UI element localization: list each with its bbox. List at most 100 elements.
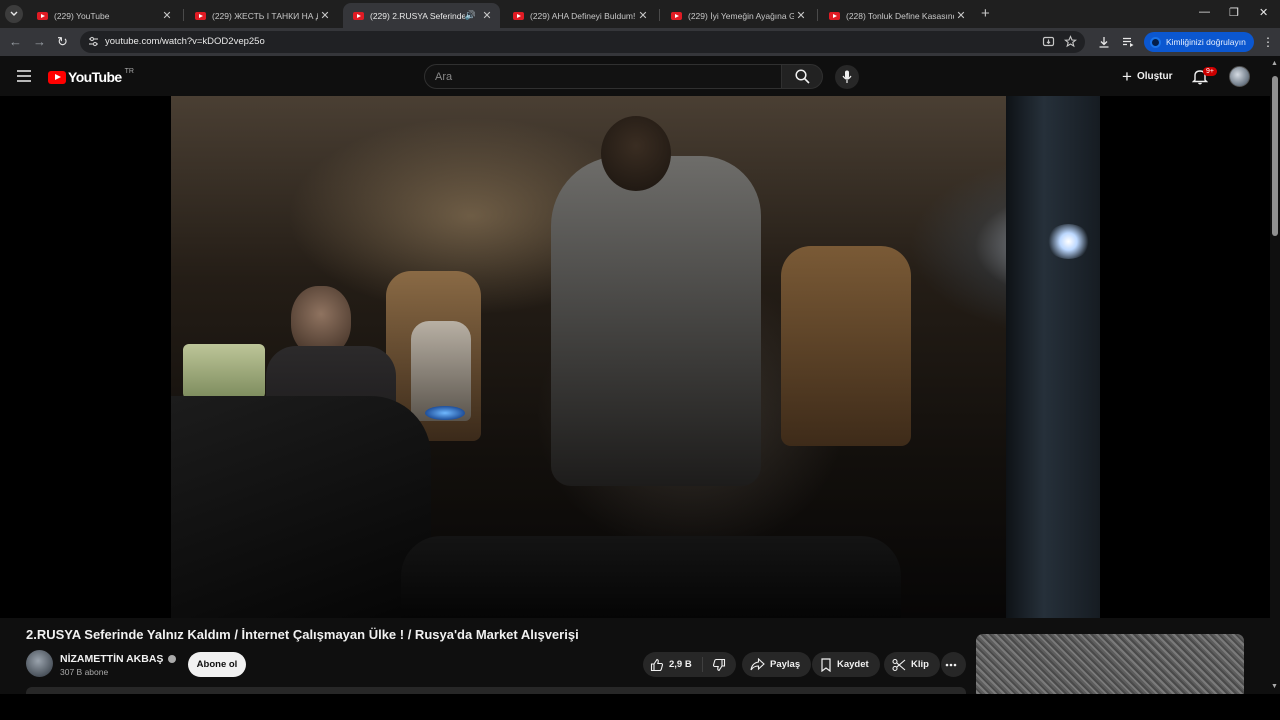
channel-name: NİZAMETTİN AKBAŞ [60,653,164,665]
url-text: youtube.com/watch?v=kDOD2vep25o [105,36,265,47]
plus-icon: + [1122,66,1132,86]
subscribe-button[interactable]: Abone ol [188,652,246,677]
youtube-favicon-icon [829,11,840,20]
thumbs-down-icon [712,658,725,671]
browser-tab-active[interactable]: (229) 2.RUSYA Seferinde Yalnız 🔊 ✕ [343,3,500,28]
youtube-favicon-icon [671,11,682,20]
download-icon[interactable] [1097,35,1111,49]
youtube-logo[interactable]: YouTube TR [48,67,134,85]
close-tab-icon[interactable]: ✕ [636,9,650,22]
verify-identity-label: Kimliğinizi doğrulayın [1166,37,1246,47]
youtube-favicon-icon [353,11,364,20]
youtube-play-icon [48,70,66,84]
youtube-favicon-icon [195,11,206,20]
like-dislike-group: 2,9 B [643,652,736,677]
dashboard [171,396,431,618]
reload-icon[interactable]: ↻ [57,34,68,50]
youtube-wordmark: YouTube [68,69,122,85]
close-window-icon[interactable]: ✕ [1259,6,1268,19]
search-input[interactable] [425,65,781,88]
account-avatar[interactable] [1229,66,1250,87]
forward-icon[interactable]: → [33,34,46,50]
tab-title: (229) İyi Yemeğin Ayağına Gidiln [688,10,794,21]
thumbs-up-icon [650,658,664,671]
browser-tab[interactable]: (229) ЖЕСТЬ І ТАНКИ НА ДОРОГЕ ✕ [185,3,338,28]
browser-tab-strip: (229) YouTube ✕ (229) ЖЕСТЬ І ТАНКИ НА Д… [0,0,1280,28]
youtube-masthead: YouTube TR + Oluştur 9+ [0,56,1280,96]
browser-tab[interactable]: (229) İyi Yemeğin Ayağına Gidiln ✕ [661,3,814,28]
page-scrollbar[interactable]: ▲ ▼ [1270,56,1280,694]
browser-menu-icon[interactable]: ⋮ [1262,35,1274,49]
notification-badge: 9+ [1203,67,1217,76]
browser-tab[interactable]: (229) YouTube ✕ [27,3,180,28]
clip-label: Klip [911,659,929,670]
save-label: Kaydet [837,659,869,670]
share-button[interactable]: Paylaş [742,652,812,677]
create-label: Oluştur [1136,71,1173,82]
profile-dot-icon [1150,36,1161,48]
bookmark-star-icon[interactable] [1064,35,1077,48]
scroll-down-icon[interactable]: ▼ [1271,683,1278,690]
search-box [424,64,782,89]
chevron-down-icon [10,11,18,16]
close-tab-icon[interactable]: ✕ [160,9,174,22]
microphone-icon [842,70,852,83]
scroll-up-icon[interactable]: ▲ [1271,60,1278,67]
tab-divider [183,9,184,21]
scrollbar-thumb[interactable] [1272,76,1278,236]
close-tab-icon[interactable]: ✕ [318,9,332,22]
channel-avatar[interactable] [26,650,53,677]
hamburger-menu-icon[interactable] [17,70,31,82]
channel-name-link[interactable]: NİZAMETTİN AKBAŞ [60,653,177,665]
verify-identity-button[interactable]: Kimliğinizi doğrulayın [1144,32,1254,52]
share-label: Paylaş [770,659,801,670]
more-horizontal-icon [945,663,957,666]
tab-search-button[interactable] [5,5,23,23]
like-count: 2,9 B [669,659,692,670]
bookmark-icon [821,657,831,672]
cabin-window [1006,96,1100,618]
search-button[interactable] [781,64,823,89]
close-tab-icon[interactable]: ✕ [954,9,968,22]
food-container [183,344,265,399]
standing-man-head [601,116,671,191]
save-button[interactable]: Kaydet [812,652,880,677]
new-tab-icon[interactable]: + [981,5,990,23]
youtube-favicon-icon [513,11,524,20]
restore-icon[interactable]: ❐ [1229,6,1239,19]
more-actions-button[interactable] [941,652,966,677]
verified-badge-icon [168,655,177,663]
scissors-icon [892,658,906,671]
standing-man [551,156,761,486]
media-controls-icon[interactable] [1121,35,1135,49]
browser-toolbar: ← → ↻ youtube.com/watch?v=kDOD2vep25o Ki… [0,28,1280,56]
headlight-glare [1046,224,1091,259]
browser-tab[interactable]: (228) Tonluk Define Kasasından ✕ [819,3,974,28]
speaker-icon[interactable]: 🔊 [465,10,476,21]
share-arrow-icon [750,658,765,671]
tab-title: (229) ЖЕСТЬ І ТАНКИ НА ДОРОГЕ [212,10,318,21]
tab-divider [817,9,818,21]
gas-flame [425,406,465,420]
tab-title: (229) YouTube [54,10,110,21]
dislike-button[interactable] [703,658,731,672]
cabin-floor [401,536,901,618]
youtube-favicon-icon [37,11,48,20]
address-bar[interactable]: youtube.com/watch?v=kDOD2vep25o [80,31,1085,53]
browser-tab[interactable]: (229) AHA Defineyi Buldum!!! B ✕ [503,3,656,28]
close-tab-icon[interactable]: ✕ [794,9,808,22]
like-button[interactable]: 2,9 B [643,657,703,672]
video-frame[interactable] [171,96,1100,618]
site-info-icon[interactable] [88,36,99,47]
close-tab-icon[interactable]: ✕ [480,9,494,22]
country-code: TR [124,67,134,75]
clip-button[interactable]: Klip [884,652,940,677]
create-button[interactable]: + Oluştur [1114,65,1185,88]
tab-title: (228) Tonluk Define Kasasından [846,10,954,21]
voice-search-button[interactable] [835,65,859,89]
install-app-icon[interactable] [1042,35,1055,48]
minimize-icon[interactable]: — [1199,6,1210,18]
video-player[interactable] [0,96,1270,618]
back-icon[interactable]: ← [9,34,22,50]
tab-divider [659,9,660,21]
